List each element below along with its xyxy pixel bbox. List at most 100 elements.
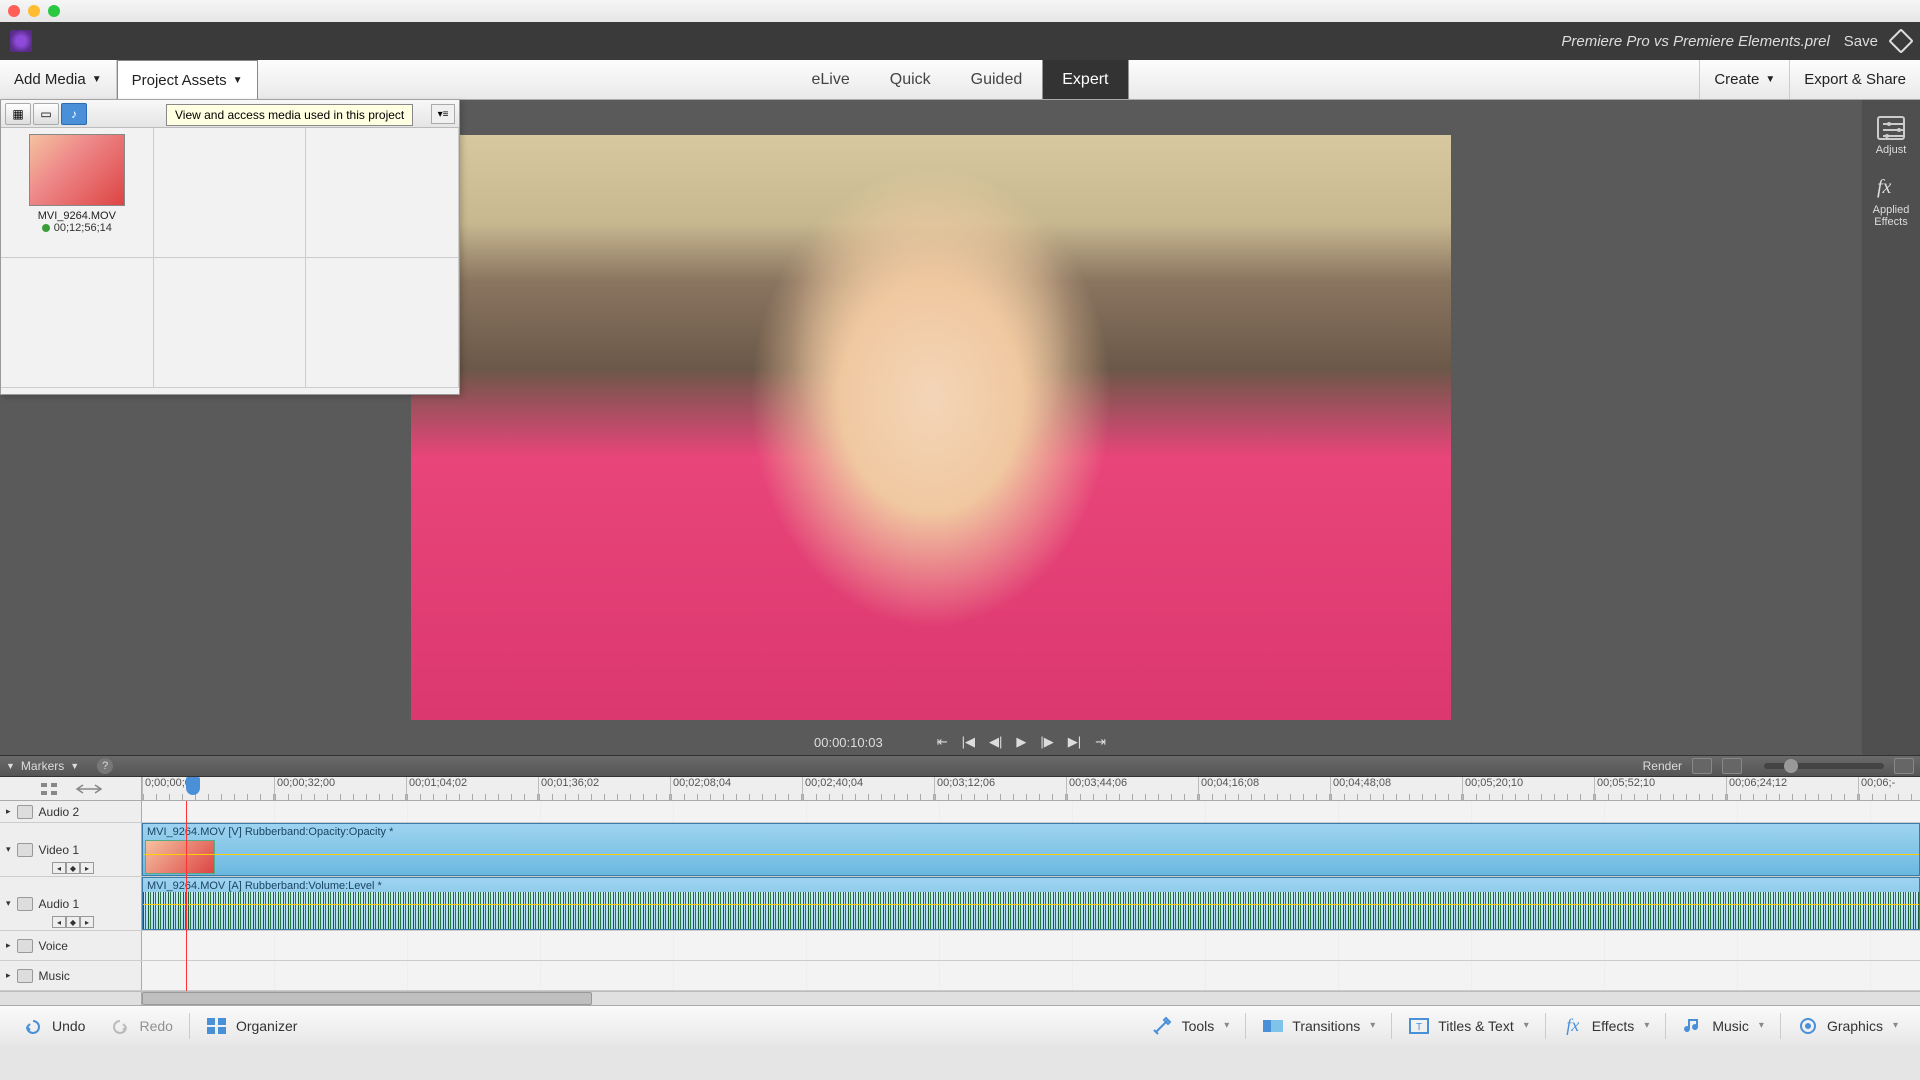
step-forward-button[interactable]: |▶ (1040, 734, 1053, 750)
mode-guided[interactable]: Guided (951, 60, 1043, 99)
asset-empty-cell (306, 128, 459, 258)
film-icon[interactable] (17, 843, 33, 857)
applied-effects-button[interactable]: fx Applied Effects (1873, 176, 1910, 228)
track-ctrl-prev[interactable]: ◂ (52, 862, 66, 874)
music-button[interactable]: Music ▾ (1670, 1016, 1776, 1036)
fit-button[interactable] (1692, 758, 1712, 774)
track-label[interactable]: ▸ Music (0, 961, 142, 990)
redo-button[interactable]: Redo (97, 1016, 184, 1036)
track-content[interactable]: MVI_9264.MOV [V] Rubberband:Opacity:Opac… (142, 823, 1920, 876)
selection-tool-icon[interactable] (39, 781, 61, 797)
prev-button[interactable]: |◀ (962, 734, 975, 750)
mode-elive[interactable]: eLive (792, 60, 870, 99)
speaker-icon[interactable] (17, 897, 33, 911)
track-label[interactable]: ▸ Voice (0, 931, 142, 960)
expand-icon[interactable]: ▸ (6, 806, 11, 817)
track-label[interactable]: ▸ Audio 2 (0, 801, 142, 822)
goto-end-button[interactable]: ⇥ (1095, 734, 1106, 750)
track-name: Voice (39, 939, 68, 953)
music-icon[interactable] (17, 969, 33, 983)
organizer-button[interactable]: Organizer (194, 1016, 309, 1036)
mic-icon[interactable] (17, 939, 33, 953)
filter-audio-button[interactable]: ♪ (61, 103, 87, 125)
audio-clip[interactable]: MVI_9264.MOV [A] Rubberband:Volume:Level… (142, 877, 1920, 930)
track-label[interactable]: ▾ Video 1 ◂ ◆ ▸ (0, 823, 142, 876)
speaker-icon[interactable] (17, 805, 33, 819)
filter-all-button[interactable]: ▦ (5, 103, 31, 125)
add-media-label: Add Media (14, 71, 86, 88)
scrollbar-thumb[interactable] (142, 992, 592, 1005)
caret-down-icon[interactable]: ▼ (70, 761, 79, 771)
markers-label[interactable]: Markers (21, 759, 64, 773)
settings-icon[interactable] (1888, 28, 1913, 53)
undo-button[interactable]: Undo (10, 1016, 97, 1036)
track-content[interactable] (142, 961, 1920, 990)
add-media-dropdown[interactable]: Add Media ▼ (0, 60, 117, 99)
filter-video-button[interactable]: ▭ (33, 103, 59, 125)
ruler-tick: 00;05;20;10 (1462, 777, 1594, 800)
render-button[interactable]: Render (1643, 759, 1682, 773)
project-assets-dropdown[interactable]: Project Assets ▼ (117, 60, 258, 99)
asset-item[interactable]: MVI_9264.MOV 00;12;56;14 (1, 128, 154, 258)
video-clip[interactable]: MVI_9264.MOV [V] Rubberband:Opacity:Opac… (142, 823, 1920, 876)
track-ctrl-prev[interactable]: ◂ (52, 916, 66, 928)
help-icon[interactable]: ? (97, 758, 113, 774)
export-share-button[interactable]: Export & Share (1790, 60, 1920, 99)
asset-empty-cell (154, 258, 307, 388)
timeline-scrollbar[interactable] (0, 991, 1920, 1005)
step-back-button[interactable]: ◀| (989, 734, 1002, 750)
expand-icon[interactable]: ▸ (6, 940, 11, 951)
transitions-button[interactable]: Transitions ▾ (1250, 1016, 1387, 1036)
ruler-tick: 00;03;44;06 (1066, 777, 1198, 800)
save-button[interactable]: Save (1844, 33, 1878, 50)
track-ctrl-keyframe[interactable]: ◆ (66, 916, 80, 928)
fullscreen-button[interactable] (1894, 758, 1914, 774)
ruler-tick: 00;00;32;00 (274, 777, 406, 800)
minimize-window-button[interactable] (28, 5, 40, 17)
play-button[interactable]: ▶ (1016, 734, 1026, 750)
caret-down-icon: ▼ (233, 75, 243, 86)
collapse-icon[interactable]: ▾ (6, 898, 11, 909)
track-ctrl-next[interactable]: ▸ (80, 862, 94, 874)
time-ruler[interactable]: 0;00;00;00 00;00;32;00 00;01;04;02 00;01… (142, 777, 1920, 800)
effects-button[interactable]: fx Effects ▾ (1550, 1016, 1662, 1036)
mode-expert[interactable]: Expert (1042, 60, 1128, 99)
ruler-tick: 00;01;36;02 (538, 777, 670, 800)
track-ctrl-keyframe[interactable]: ◆ (66, 862, 80, 874)
timeline-view-button[interactable] (1722, 758, 1742, 774)
adjust-panel-button[interactable]: Adjust (1876, 116, 1907, 156)
mode-quick[interactable]: Quick (870, 60, 951, 99)
track-content[interactable] (142, 801, 1920, 822)
effects-icon: fx (1562, 1016, 1584, 1036)
ruler-tick: 00;04;16;08 (1198, 777, 1330, 800)
track-content[interactable] (142, 931, 1920, 960)
video-preview[interactable] (411, 135, 1451, 720)
graphics-icon (1797, 1016, 1819, 1036)
expand-icon[interactable]: ▸ (6, 970, 11, 981)
track-ctrl-next[interactable]: ▸ (80, 916, 94, 928)
create-dropdown[interactable]: Create ▼ (1699, 60, 1790, 99)
ruler-tick: 00;02;08;04 (670, 777, 802, 800)
collapse-icon[interactable]: ▾ (6, 844, 11, 855)
track-label[interactable]: ▾ Audio 1 ◂ ◆ ▸ (0, 877, 142, 930)
workspace: ▦ ▭ ♪ ▾≡ View and access media used in t… (0, 100, 1920, 755)
tools-button[interactable]: Tools ▾ (1140, 1016, 1242, 1036)
zoom-slider[interactable] (1764, 763, 1884, 769)
close-window-button[interactable] (8, 5, 20, 17)
undo-icon (22, 1016, 44, 1036)
asset-empty-cell (306, 258, 459, 388)
organizer-icon (206, 1016, 228, 1036)
track-tool-icon[interactable] (75, 781, 103, 797)
playhead[interactable] (186, 777, 200, 795)
track-content[interactable]: MVI_9264.MOV [A] Rubberband:Volume:Level… (142, 877, 1920, 930)
track-name: Audio 1 (39, 897, 80, 911)
redo-icon (109, 1016, 131, 1036)
titles-text-button[interactable]: T Titles & Text ▾ (1396, 1016, 1541, 1036)
graphics-button[interactable]: Graphics ▾ (1785, 1016, 1910, 1036)
window-controls (8, 5, 60, 17)
panel-menu-button[interactable]: ▾≡ (431, 104, 455, 124)
next-button[interactable]: ▶| (1068, 734, 1081, 750)
caret-down-icon[interactable]: ▼ (6, 761, 15, 771)
maximize-window-button[interactable] (48, 5, 60, 17)
goto-start-button[interactable]: ⇤ (937, 734, 948, 750)
